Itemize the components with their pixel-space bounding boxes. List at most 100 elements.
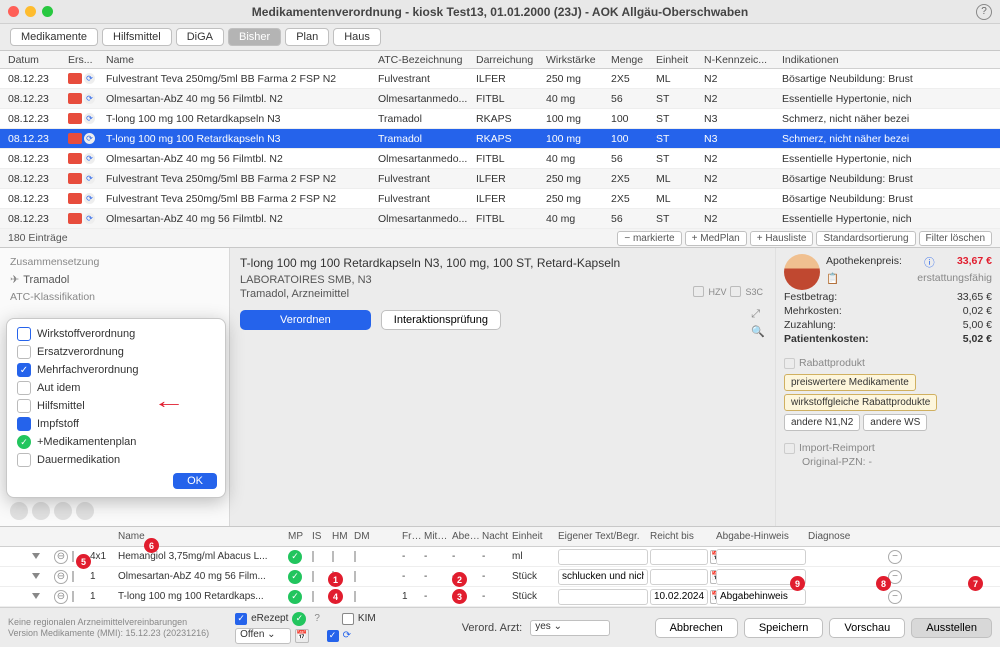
erezept-help-icon[interactable]: ? xyxy=(314,613,320,624)
composition-item[interactable]: ✈Tramadol xyxy=(0,270,229,289)
zoom-window[interactable] xyxy=(42,6,53,17)
row-remove[interactable]: − xyxy=(888,550,902,564)
expand-icon[interactable] xyxy=(32,593,40,599)
popup-checkbox[interactable] xyxy=(17,399,31,413)
text-input[interactable] xyxy=(558,549,648,565)
hint-input[interactable] xyxy=(716,549,806,565)
col-header[interactable]: Einheit xyxy=(656,54,704,66)
popup-checkbox[interactable] xyxy=(17,327,31,341)
col-header[interactable]: Wirkstärke xyxy=(546,54,611,66)
remove-icon[interactable]: ⊖ xyxy=(54,570,68,584)
kim-sub-checkbox[interactable]: ✓ xyxy=(327,630,339,642)
col-header[interactable]: N-Kennzeic... xyxy=(704,54,782,66)
date-input[interactable] xyxy=(650,589,708,605)
col-header[interactable]: ATC-Bezeichnung xyxy=(378,54,476,66)
hzv-checkbox[interactable] xyxy=(693,286,704,297)
table-row[interactable]: 08.12.23⟳Olmesartan-AbZ 40 mg 56 Filmtbl… xyxy=(0,149,1000,169)
popup-checkbox[interactable] xyxy=(17,453,31,467)
text-input[interactable] xyxy=(558,589,648,605)
ausstellen-button[interactable]: Ausstellen xyxy=(911,618,992,638)
rabatt-checkbox[interactable] xyxy=(784,358,795,369)
minimize-window[interactable] xyxy=(25,6,36,17)
popup-checkbox[interactable] xyxy=(17,345,31,359)
table-row[interactable]: 08.12.23⟳T-long 100 mg 100 Retardkapseln… xyxy=(0,109,1000,129)
expand-icon[interactable] xyxy=(32,573,40,579)
s3c-checkbox[interactable] xyxy=(730,286,741,297)
text-input[interactable] xyxy=(558,569,648,585)
expand-icon[interactable] xyxy=(32,553,40,559)
vorschau-button[interactable]: Vorschau xyxy=(829,618,905,638)
hint-input[interactable] xyxy=(716,589,806,605)
btc-icon[interactable] xyxy=(32,502,50,520)
popup-option[interactable]: Aut idem xyxy=(7,379,225,397)
popup-option[interactable]: ✓Mehrfachverordnung xyxy=(7,361,225,379)
hm-checkbox[interactable] xyxy=(332,551,334,562)
row-checkbox[interactable] xyxy=(72,551,74,562)
is-checkbox[interactable] xyxy=(312,551,314,562)
grid-footer-btn[interactable]: Standardsortierung xyxy=(816,231,915,246)
table-row[interactable]: 08.12.23⟳Fulvestrant Teva 250mg/5ml BB F… xyxy=(0,169,1000,189)
row-checkbox[interactable] xyxy=(72,571,74,582)
tab-diga[interactable]: DiGA xyxy=(176,28,224,46)
is-checkbox[interactable] xyxy=(312,571,314,582)
grid-footer-btn[interactable]: Filter löschen xyxy=(919,231,992,246)
calendar-icon[interactable]: 📅 xyxy=(295,629,309,643)
help-icon[interactable]: ? xyxy=(976,4,992,20)
popup-checkbox[interactable] xyxy=(17,417,31,431)
status-select[interactable]: Offen ⌄ xyxy=(235,628,290,644)
prescription-row[interactable]: ⊖1Olmesartan-AbZ 40 mg 56 Film...✓----St… xyxy=(0,567,1000,587)
table-row[interactable]: 08.12.23⟳Olmesartan-AbZ 40 mg 56 Filmtbl… xyxy=(0,89,1000,109)
tab-plan[interactable]: Plan xyxy=(285,28,329,46)
abbrechen-button[interactable]: Abbrechen xyxy=(655,618,738,638)
date-input[interactable] xyxy=(650,569,708,585)
is-checkbox[interactable] xyxy=(312,591,314,602)
popup-checkbox[interactable] xyxy=(17,381,31,395)
search-icon[interactable]: 🔍 xyxy=(751,325,765,338)
col-header[interactable]: Darreichung xyxy=(476,54,546,66)
alternative-chip[interactable]: andere WS xyxy=(863,414,927,431)
popup-option[interactable]: Ersatzverordnung xyxy=(7,343,225,361)
alternative-chip[interactable]: wirkstoffgleiche Rabattprodukte xyxy=(784,394,937,411)
remove-icon[interactable]: ⊖ xyxy=(54,590,68,604)
popup-option[interactable]: Hilfsmittel xyxy=(7,397,225,415)
import-checkbox[interactable] xyxy=(784,443,795,454)
erezept-checkbox[interactable]: ✓ xyxy=(235,613,247,625)
popup-option[interactable]: ✓+Medikamentenplan xyxy=(7,433,225,451)
interaktion-button[interactable]: Interaktionsprüfung xyxy=(381,310,501,330)
close-window[interactable] xyxy=(8,6,19,17)
prescription-row[interactable]: ⊖1T-long 100 mg 100 Retardkaps...✓1---St… xyxy=(0,587,1000,607)
row-remove[interactable]: − xyxy=(888,590,902,604)
popup-ok-button[interactable]: OK xyxy=(173,473,217,489)
kim-checkbox[interactable] xyxy=(342,613,354,625)
heart-icon[interactable] xyxy=(10,502,28,520)
col-header[interactable]: Name xyxy=(106,54,378,66)
expand-icon[interactable]: ⤢ xyxy=(751,308,765,321)
remove-icon[interactable]: ⊖ xyxy=(54,550,68,564)
chart-icon[interactable] xyxy=(54,502,72,520)
grid-footer-btn[interactable]: − markierte xyxy=(617,231,681,246)
dm-checkbox[interactable] xyxy=(354,571,356,582)
grid-footer-btn[interactable]: + Hausliste xyxy=(750,231,814,246)
popup-option[interactable]: Impfstoff xyxy=(7,415,225,433)
row-checkbox[interactable] xyxy=(72,591,74,602)
popup-checkbox[interactable]: ✓ xyxy=(17,363,31,377)
col-header[interactable]: Ers... xyxy=(68,54,106,66)
table-row[interactable]: 08.12.23⟳T-long 100 mg 100 Retardkapseln… xyxy=(0,129,1000,149)
tab-bisher[interactable]: Bisher xyxy=(228,28,281,46)
tab-hilfsmittel[interactable]: Hilfsmittel xyxy=(102,28,172,46)
date-input[interactable] xyxy=(650,549,708,565)
grid-body[interactable]: 08.12.23⟳Fulvestrant Teva 250mg/5ml BB F… xyxy=(0,69,1000,229)
speichern-button[interactable]: Speichern xyxy=(744,618,824,638)
table-row[interactable]: 08.12.23⟳Fulvestrant Teva 250mg/5ml BB F… xyxy=(0,69,1000,89)
verord-arzt-select[interactable]: yes ⌄ xyxy=(530,620,610,636)
alternative-chip[interactable]: andere N1,N2 xyxy=(784,414,860,431)
alternative-chip[interactable]: preiswertere Medikamente xyxy=(784,374,916,391)
dm-checkbox[interactable] xyxy=(354,551,356,562)
popup-option[interactable]: Wirkstoffverordnung xyxy=(7,325,225,343)
grid-footer-btn[interactable]: + MedPlan xyxy=(685,231,747,246)
table-row[interactable]: 08.12.23⟳Fulvestrant Teva 250mg/5ml BB F… xyxy=(0,189,1000,209)
chat-icon[interactable] xyxy=(76,502,94,520)
col-header[interactable]: Datum xyxy=(8,54,68,66)
table-row[interactable]: 08.12.23⟳Olmesartan-AbZ 40 mg 56 Filmtbl… xyxy=(0,209,1000,229)
tab-medikamente[interactable]: Medikamente xyxy=(10,28,98,46)
